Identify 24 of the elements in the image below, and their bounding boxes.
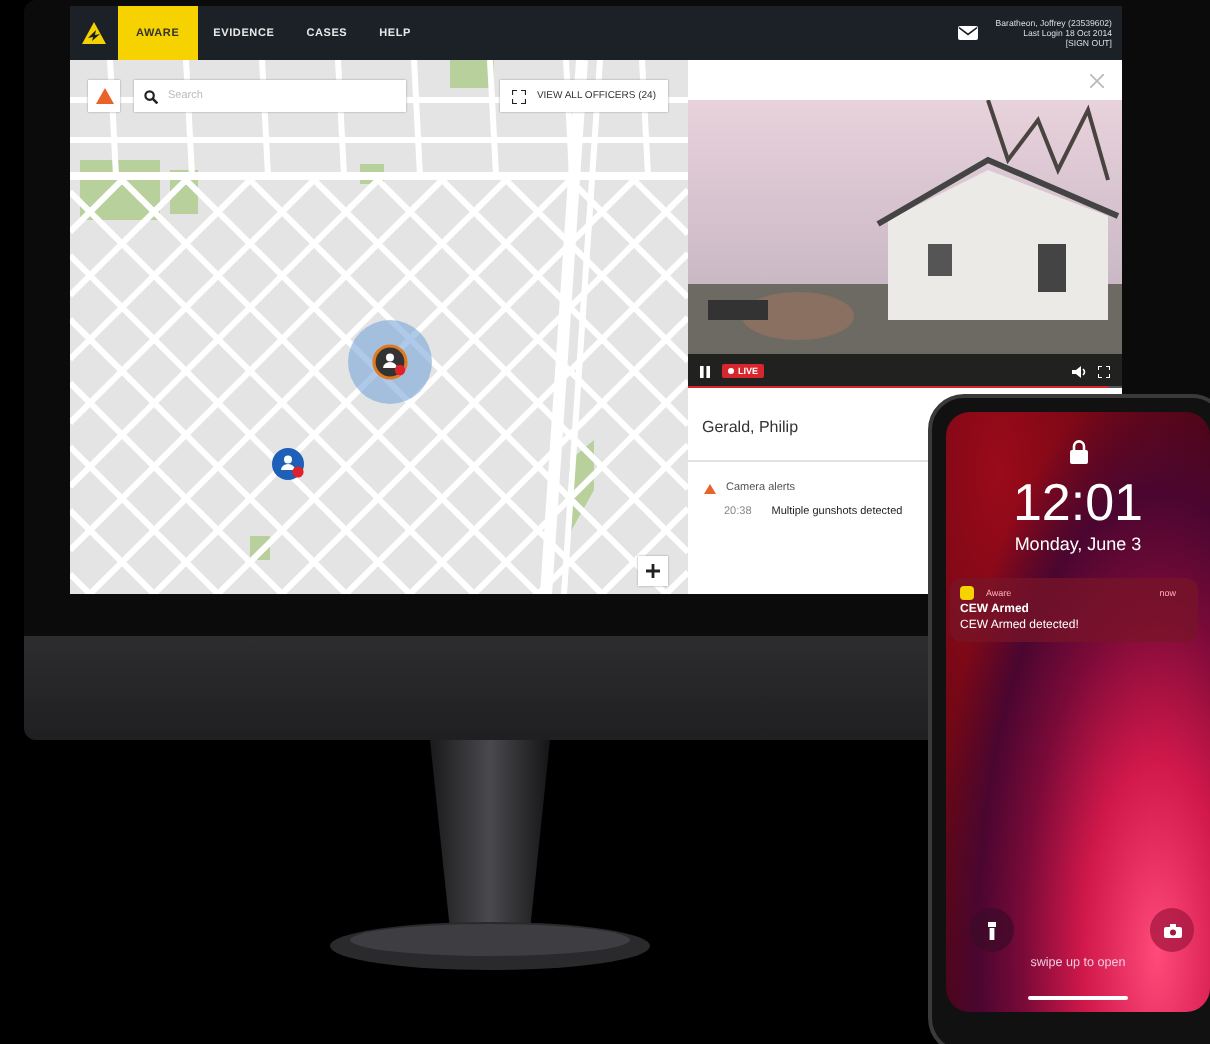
lock-date: Monday, June 3: [1014, 534, 1142, 554]
expand-icon: [512, 89, 527, 103]
officer-marker-icon: [372, 344, 410, 382]
fullscreen-icon[interactable]: [1098, 365, 1110, 377]
flashlight-button[interactable]: [970, 908, 1014, 952]
volume-icon[interactable]: [1072, 365, 1086, 377]
home-indicator: [1028, 996, 1128, 1000]
officer-marker-icon: [270, 446, 308, 484]
logo-icon: [82, 22, 106, 44]
live-dot-icon: [728, 368, 734, 374]
alert-button[interactable]: [88, 80, 120, 112]
search-icon: [144, 89, 158, 103]
camera-icon: [1163, 923, 1181, 937]
locate-button[interactable]: [638, 556, 668, 586]
lock-icon: [1069, 440, 1087, 464]
crosshair-icon: [646, 564, 660, 578]
warning-icon: [95, 88, 113, 104]
pause-icon[interactable]: [700, 365, 710, 377]
flashlight-icon: [988, 921, 996, 939]
app-icon: [960, 586, 974, 600]
mail-icon[interactable]: [957, 26, 978, 40]
warning-icon: [704, 483, 716, 493]
camera-button[interactable]: [1150, 908, 1194, 952]
lock-time: 12:01: [1012, 476, 1144, 528]
